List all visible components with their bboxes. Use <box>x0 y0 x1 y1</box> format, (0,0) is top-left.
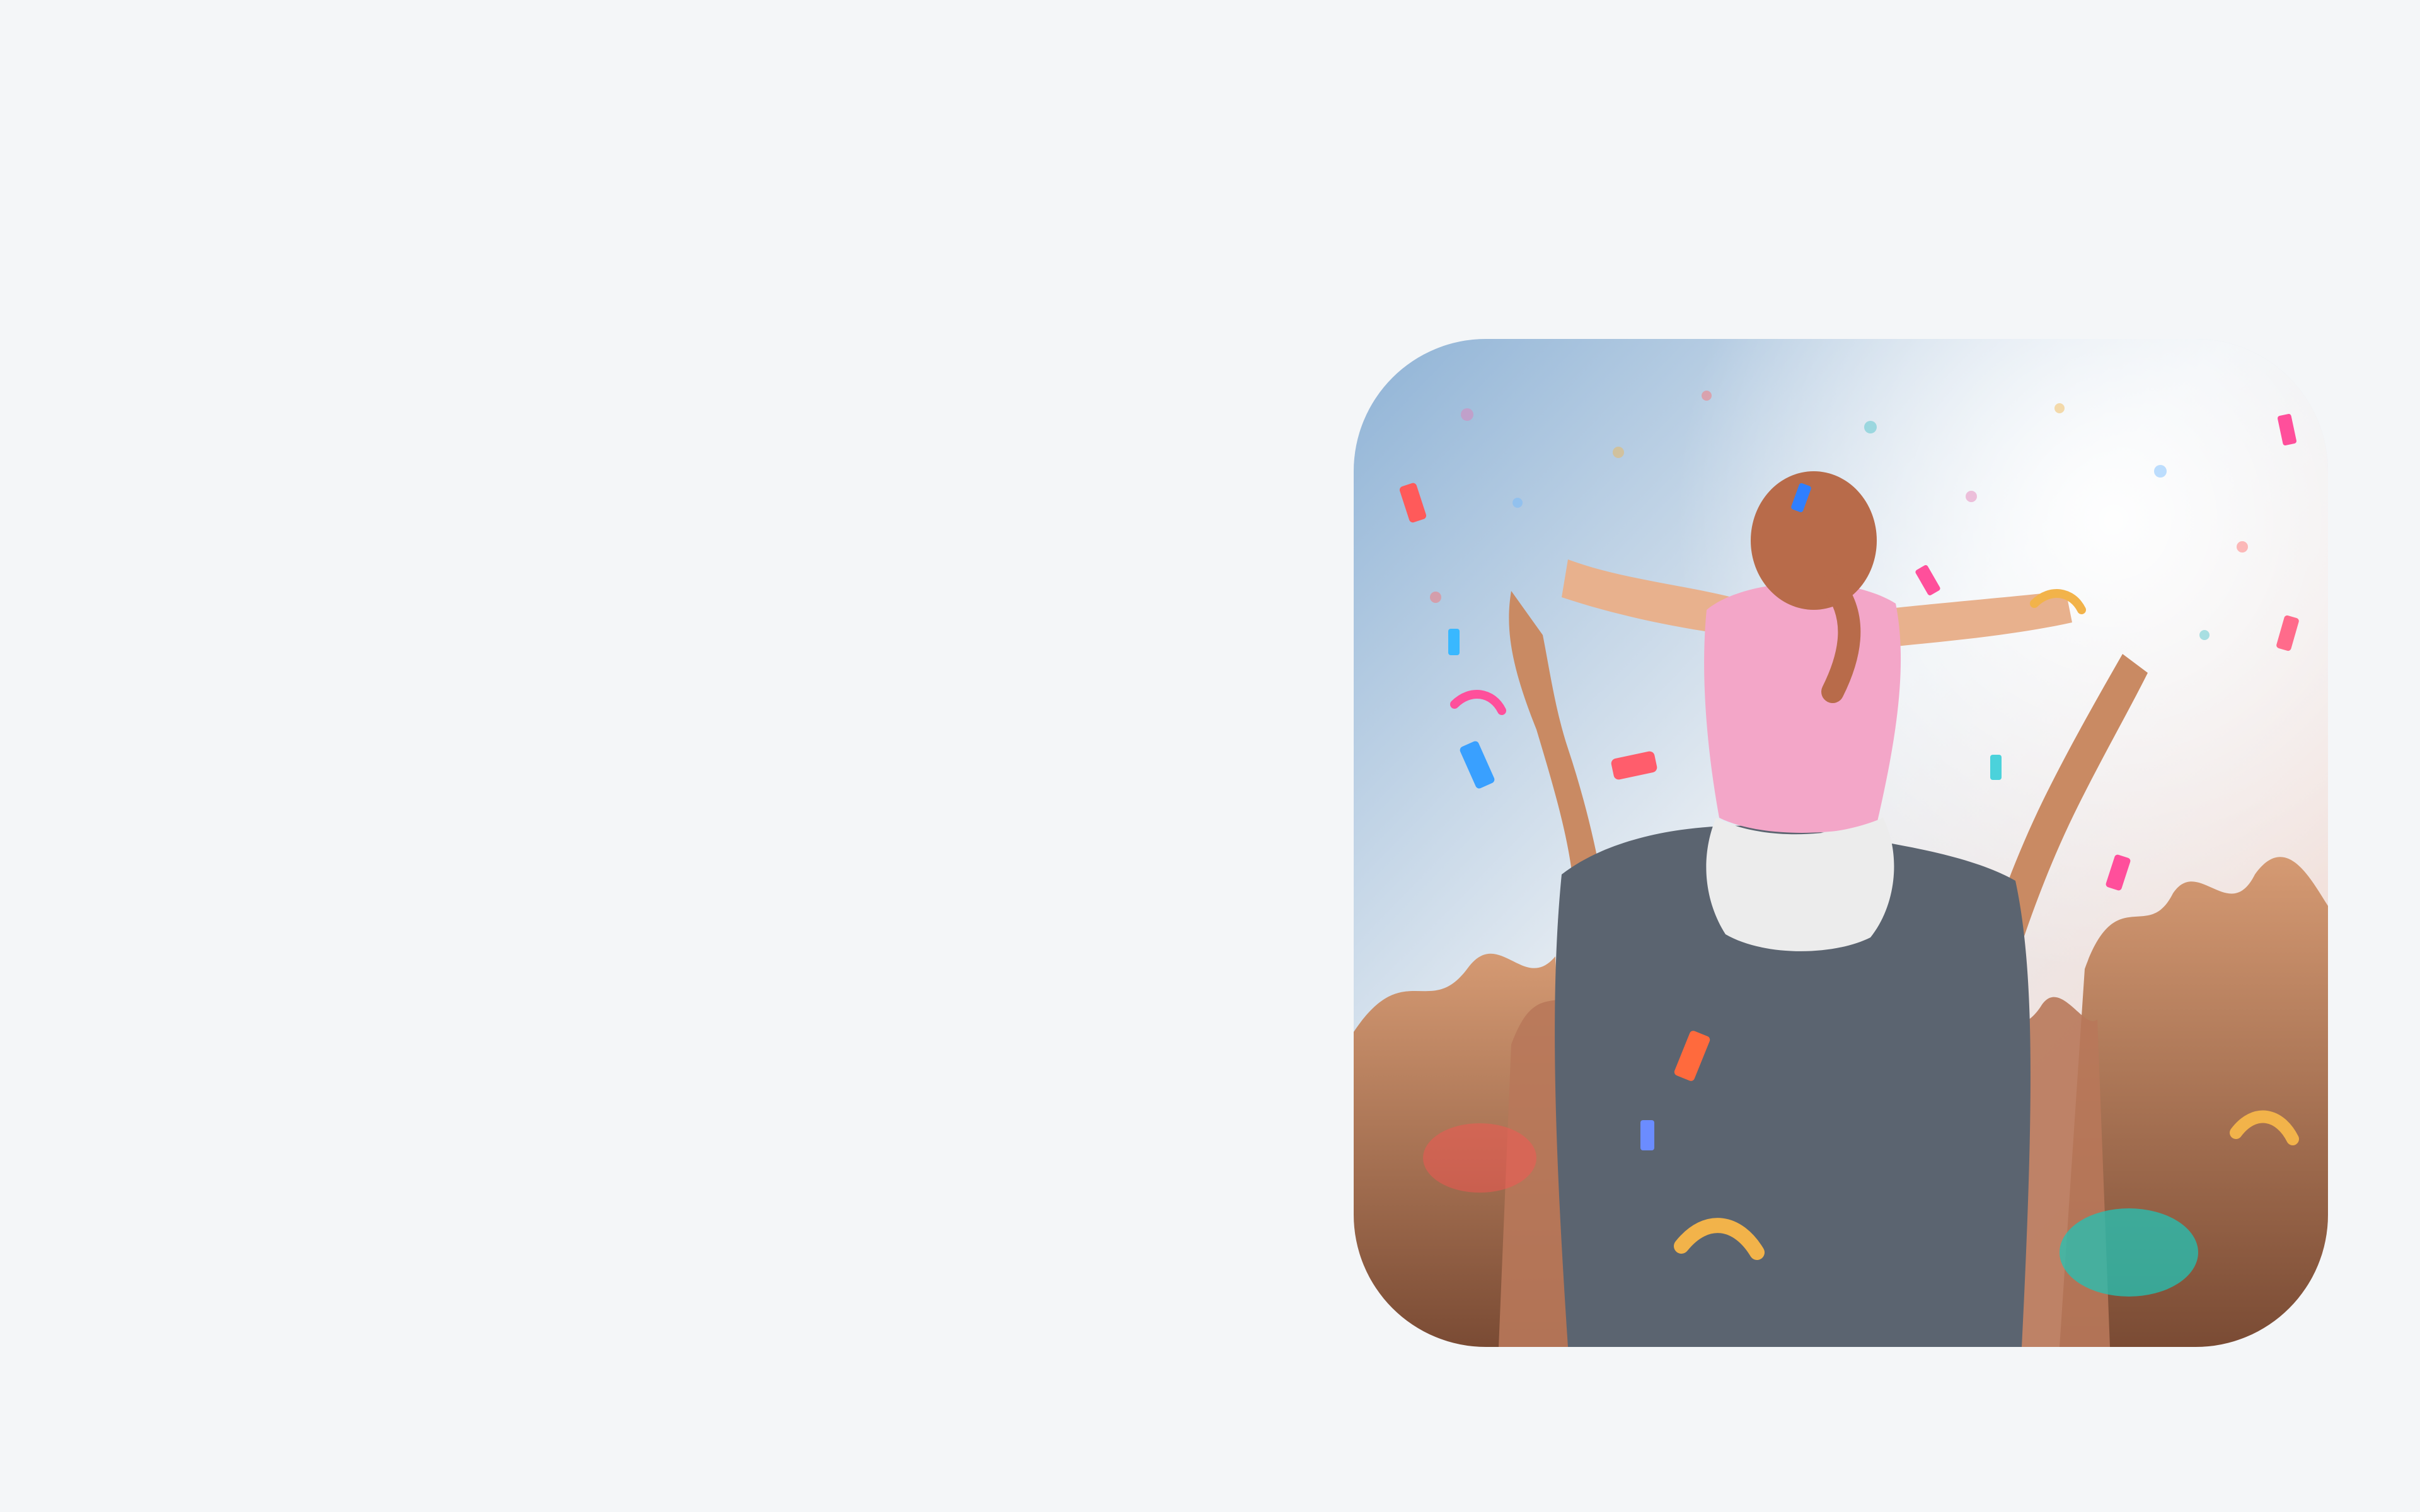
page-canvas <box>0 0 2420 1512</box>
concert-crowd-confetti-photo <box>1354 339 2328 1347</box>
hero-image <box>1354 339 2328 1347</box>
